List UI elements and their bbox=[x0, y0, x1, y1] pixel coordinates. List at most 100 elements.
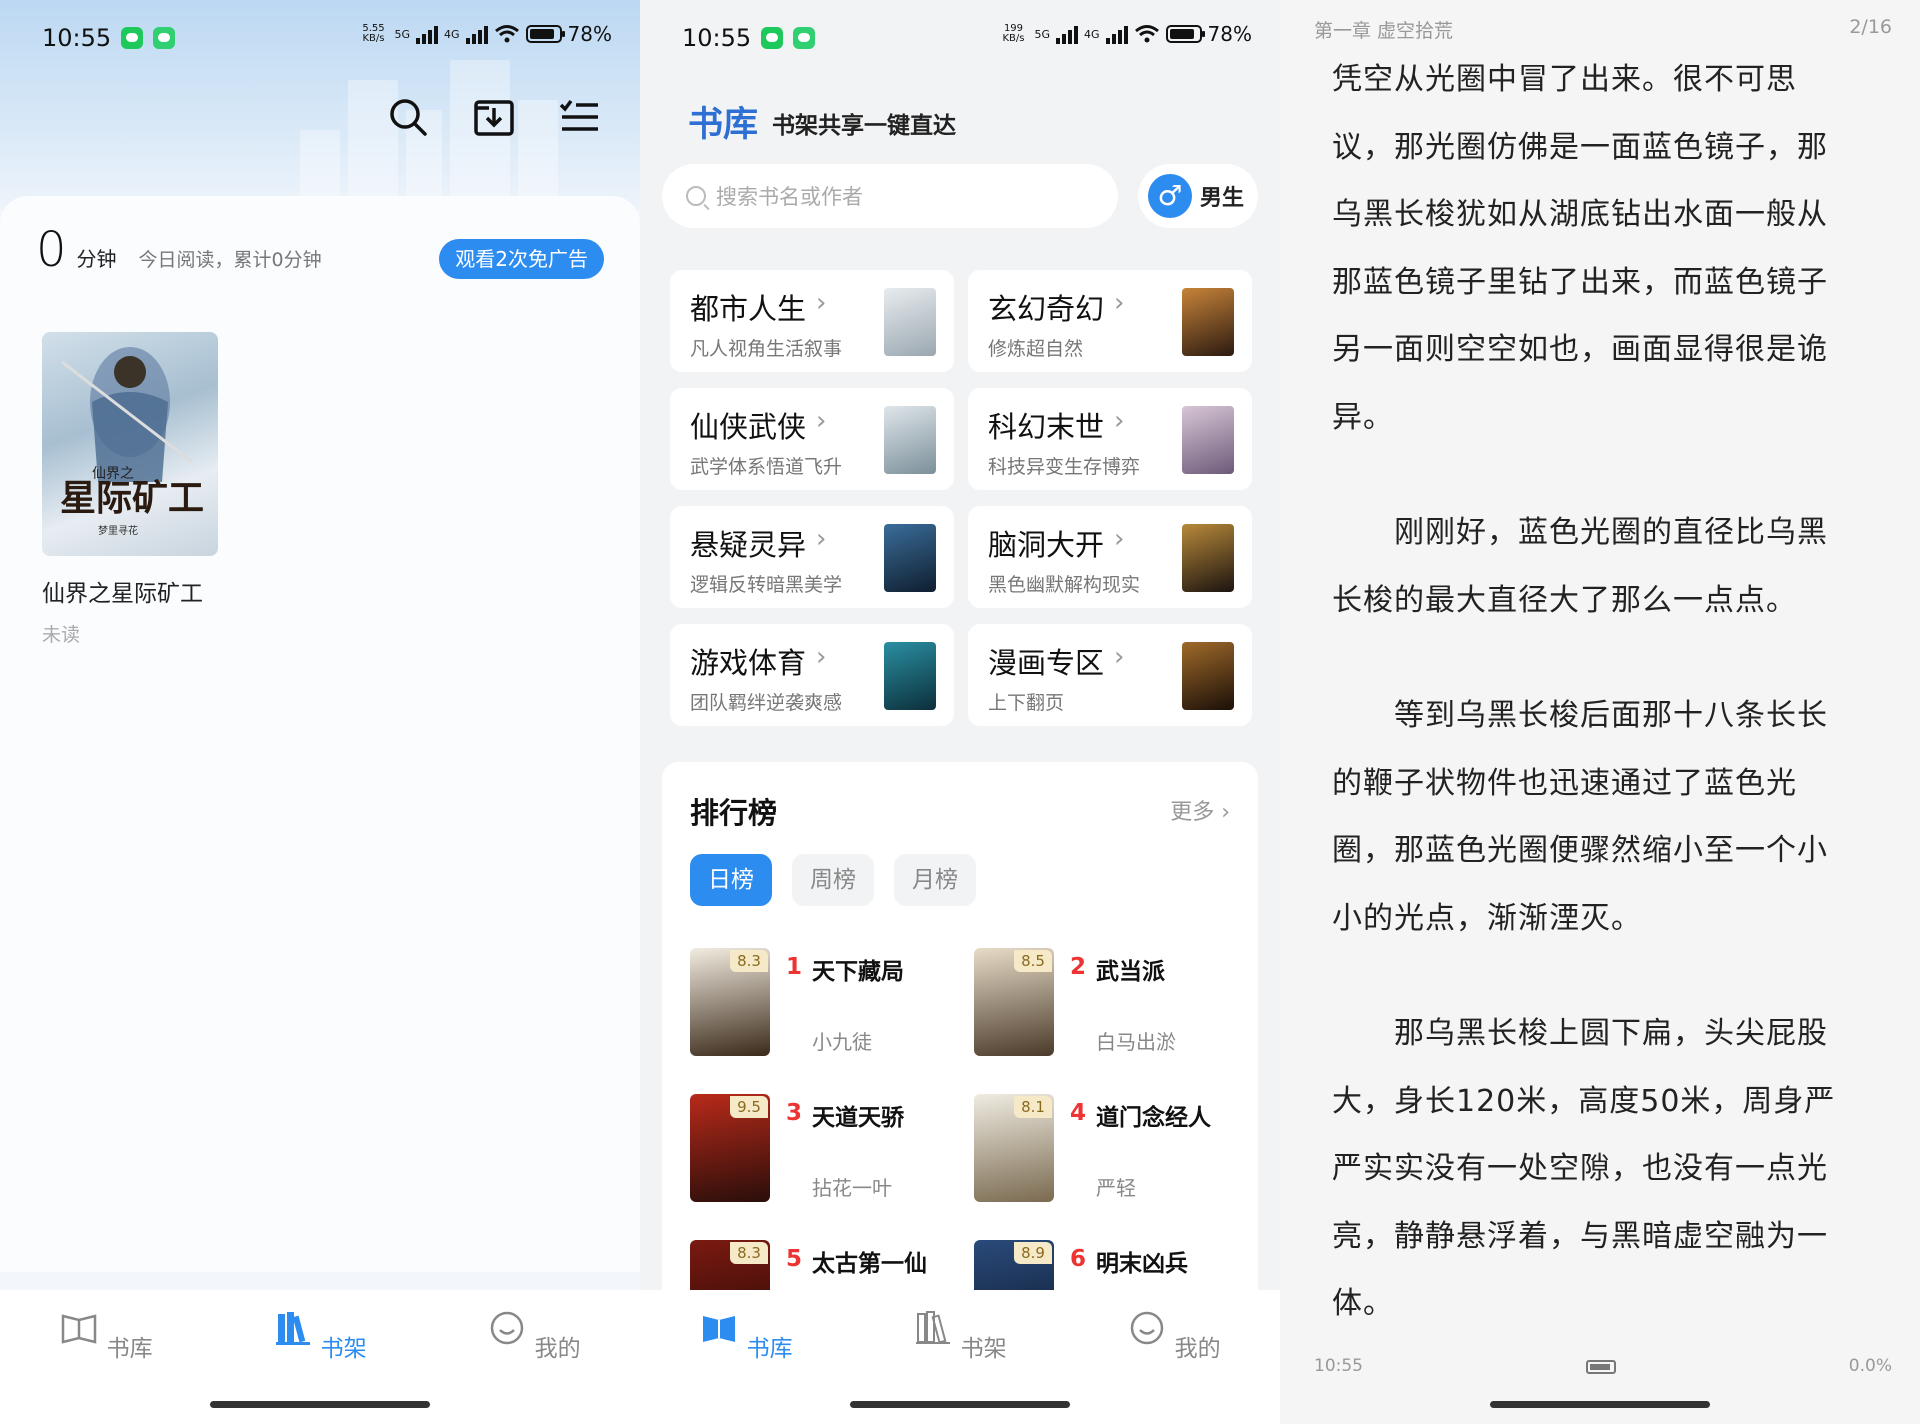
library-title: 书库 bbox=[688, 105, 759, 145]
nav-library[interactable]: 书库 bbox=[686, 1308, 806, 1363]
ranking-item[interactable]: 8.5 2 武当派 白马出淤 bbox=[974, 948, 1254, 1058]
category-desc: 武学体系悟道飞升 bbox=[690, 456, 843, 478]
ranking-book-author: 拈花一叶 bbox=[812, 1176, 892, 1200]
ranking-item[interactable]: 8.9 6 明末凶兵 bbox=[974, 1240, 1254, 1290]
reader-clock: 10:55 bbox=[1314, 1356, 1363, 1376]
signal-5g-label: 5G bbox=[1034, 27, 1051, 41]
chapter-title: 第一章 虚空拾荒 bbox=[1314, 20, 1454, 42]
ranking-book-author: 白马出淤 bbox=[1096, 1030, 1176, 1054]
search-icon bbox=[686, 186, 706, 206]
search-input[interactable]: 搜索书名或作者 bbox=[662, 164, 1118, 228]
category-desc: 团队羁绊逆袭爽感 bbox=[690, 692, 843, 714]
bottom-nav: 书库 书架 我的 bbox=[0, 1290, 640, 1424]
signal-icon bbox=[1056, 24, 1079, 44]
nav-shelf-label: 书架 bbox=[960, 1336, 1007, 1362]
status-bar: 10:55 199 KB/s 5G 4G 78% bbox=[682, 22, 1252, 54]
nav-library[interactable]: 书库 bbox=[46, 1308, 166, 1363]
category-card[interactable]: 悬疑灵异 › 逻辑反转暗黑美学 bbox=[670, 506, 954, 608]
nav-shelf[interactable]: 书架 bbox=[900, 1308, 1020, 1363]
tab-monthly[interactable]: 月榜 bbox=[894, 854, 976, 906]
nav-mine[interactable]: 我的 bbox=[474, 1308, 594, 1363]
home-indicator[interactable] bbox=[210, 1401, 430, 1408]
nav-shelf-label: 书架 bbox=[320, 1336, 367, 1362]
minutes-unit: 分钟 bbox=[76, 247, 117, 271]
book-cover-title-text: 星际矿工 bbox=[60, 477, 204, 519]
paragraph: 刚刚好，蓝色光圈的直径比乌黑长梭的最大直径大了那么一点点。 bbox=[1332, 515, 1828, 618]
bookshelf-screen: 10:55 5.55 KB/s 5G 4G 78% 0 分钟 今日阅读，累计0分… bbox=[0, 0, 640, 1424]
battery-percent: 78% bbox=[1207, 22, 1252, 46]
ranking-item[interactable]: 8.3 5 太古第一仙 bbox=[690, 1240, 970, 1290]
book-cover[interactable]: 仙界之 星际矿工 梦里寻花 bbox=[42, 332, 218, 556]
nav-library-label: 书库 bbox=[106, 1336, 153, 1362]
ranking-item[interactable]: 8.3 1 天下藏局 小九徒 bbox=[690, 948, 970, 1058]
book-title[interactable]: 仙界之星际矿工 bbox=[42, 574, 203, 608]
reading-minutes: 0 bbox=[36, 222, 67, 278]
gender-toggle[interactable]: ♂ 男生 bbox=[1138, 164, 1258, 228]
ranking-book-title: 天下藏局 bbox=[812, 959, 904, 985]
search-icon[interactable] bbox=[387, 96, 429, 138]
category-card[interactable]: 脑洞大开 › 黑色幽默解构现实 bbox=[968, 506, 1252, 608]
gender-label: 男生 bbox=[1200, 186, 1245, 211]
category-card[interactable]: 科幻末世 › 科技异变生存博弈 bbox=[968, 388, 1252, 490]
male-icon: ♂ bbox=[1148, 174, 1192, 218]
nav-shelf[interactable]: 书架 bbox=[260, 1308, 380, 1363]
book-cover-art: 仙界之 星际矿工 梦里寻花 bbox=[60, 347, 204, 537]
import-icon[interactable] bbox=[473, 96, 515, 138]
category-card[interactable]: 都市人生 › 凡人视角生活叙事 bbox=[670, 270, 954, 372]
battery-icon bbox=[525, 25, 565, 43]
paragraph: 那乌黑长梭上圆下扁，头尖屁股大，身长120米，高度50米，周身严严实实没有一处空… bbox=[1332, 1016, 1836, 1321]
ranking-card: 排行榜 更多 › 日榜 周榜 月榜 8.3 1 天下藏局 小九徒 8.5 2 武… bbox=[662, 762, 1258, 1322]
category-name: 漫画专区 bbox=[988, 646, 1105, 680]
paragraph: 凭空从光圈中冒了出来。很不可思议，那光圈仿佛是一面蓝色镜子，那乌黑长梭犹如从湖底… bbox=[1332, 62, 1828, 435]
home-indicator[interactable] bbox=[850, 1401, 1070, 1408]
ranking-book-author: 严轻 bbox=[1096, 1176, 1136, 1200]
category-card[interactable]: 漫画专区 › 上下翻页 bbox=[968, 624, 1252, 726]
net-speed: 199 KB/s bbox=[1002, 23, 1025, 44]
battery-percent: 78% bbox=[567, 22, 612, 46]
ranking-book-title: 道门念经人 bbox=[1096, 1105, 1211, 1131]
ranking-number: 5 bbox=[786, 1246, 803, 1272]
nav-library-label: 书库 bbox=[746, 1336, 793, 1362]
category-desc: 凡人视角生活叙事 bbox=[690, 338, 843, 360]
category-cover bbox=[884, 642, 936, 710]
tab-daily[interactable]: 日榜 bbox=[690, 854, 772, 906]
chevron-right-icon: › bbox=[1114, 288, 1125, 318]
category-desc: 科技异变生存博弈 bbox=[988, 456, 1141, 478]
category-name: 悬疑灵异 bbox=[690, 528, 807, 562]
ranking-more-link[interactable]: 更多 › bbox=[1170, 794, 1230, 826]
ranking-item[interactable]: 8.1 4 道门念经人 严轻 bbox=[974, 1094, 1254, 1204]
book-cover-author-text: 梦里寻花 bbox=[98, 524, 138, 537]
category-cover bbox=[1182, 406, 1234, 474]
category-cover bbox=[884, 288, 936, 356]
notification-icon bbox=[793, 27, 816, 49]
category-cover bbox=[1182, 642, 1234, 710]
category-cover bbox=[884, 406, 936, 474]
smile-icon bbox=[491, 1311, 524, 1345]
bookshelf-icon bbox=[276, 1312, 311, 1345]
reader-content[interactable]: 凭空从光圈中冒了出来。很不可思议，那光圈仿佛是一面蓝色镜子，那乌黑长梭犹如从湖底… bbox=[1332, 46, 1852, 1338]
signal-4g-label: 4G bbox=[1084, 27, 1100, 41]
wechat-icon bbox=[761, 27, 784, 49]
ranking-item[interactable]: 9.5 3 天道天骄 拈花一叶 bbox=[690, 1094, 970, 1204]
home-indicator[interactable] bbox=[1490, 1401, 1710, 1408]
smile-icon bbox=[1131, 1311, 1164, 1345]
tab-weekly[interactable]: 周榜 bbox=[792, 854, 874, 906]
chevron-right-icon: › bbox=[1114, 642, 1125, 672]
category-desc: 修炼超自然 bbox=[988, 338, 1084, 360]
category-cover bbox=[1182, 288, 1234, 356]
ranking-score: 8.1 bbox=[1014, 1096, 1052, 1118]
ranking-score: 8.3 bbox=[730, 1242, 768, 1264]
ranking-number: 2 bbox=[1070, 954, 1087, 980]
category-card[interactable]: 仙侠武侠 › 武学体系悟道飞升 bbox=[670, 388, 954, 490]
list-menu-icon[interactable] bbox=[558, 96, 600, 138]
nav-mine[interactable]: 我的 bbox=[1114, 1308, 1234, 1363]
ranking-score: 8.3 bbox=[730, 950, 768, 972]
category-card[interactable]: 玄幻奇幻 › 修炼超自然 bbox=[968, 270, 1252, 372]
chevron-right-icon: › bbox=[1114, 406, 1125, 436]
watch-ad-button[interactable]: 观看2次免广告 bbox=[439, 239, 604, 279]
category-desc: 逻辑反转暗黑美学 bbox=[690, 574, 843, 596]
category-card[interactable]: 游戏体育 › 团队羁绊逆袭爽感 bbox=[670, 624, 954, 726]
page-indicator: 2/16 bbox=[1849, 16, 1892, 38]
ranking-score: 9.5 bbox=[730, 1096, 768, 1118]
library-screen: 10:55 199 KB/s 5G 4G 78% 书库 书架共享一键直达 搜索书… bbox=[640, 0, 1280, 1424]
